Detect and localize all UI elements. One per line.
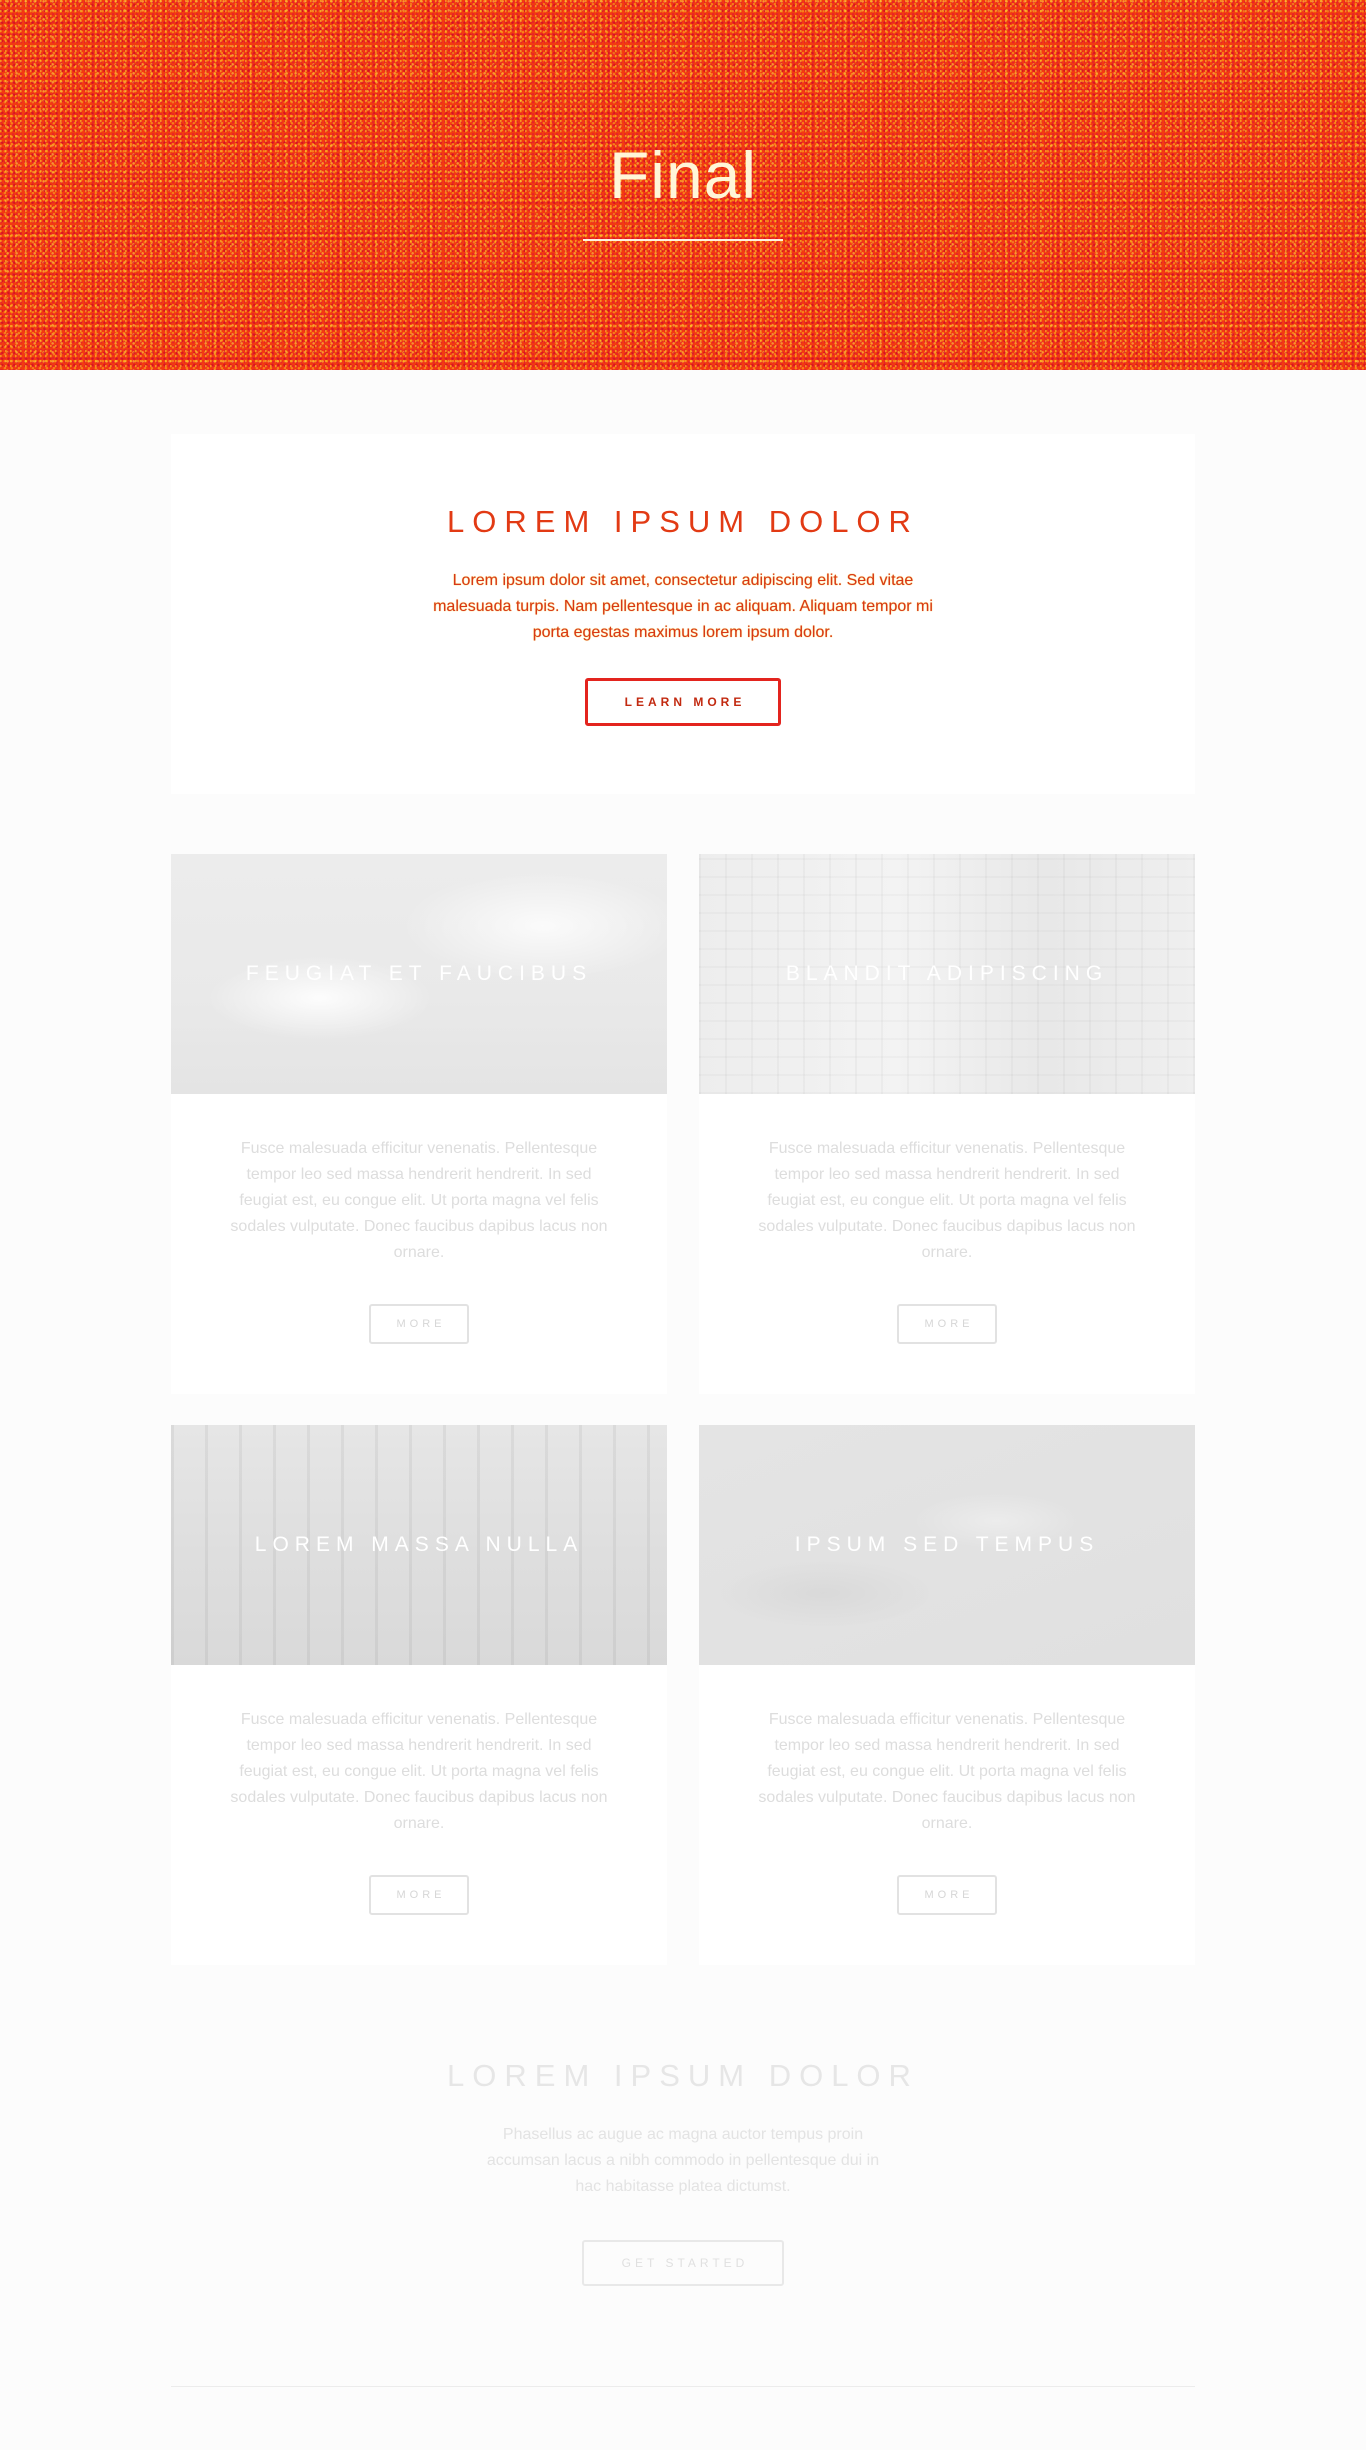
- card-title: IPSUM SED TEMPUS: [794, 1533, 1100, 1556]
- cta-text: Phasellus ac augue ac magna auctor tempu…: [486, 2126, 880, 2195]
- cta-heading: LOREM IPSUM DOLOR: [447, 2058, 919, 2093]
- intro-text: Lorem ipsum dolor sit amet, consectetur …: [433, 572, 933, 641]
- hero-banner: Final: [0, 0, 1366, 370]
- card-image: LOREM MASSA NULLA: [171, 1425, 667, 1665]
- card-image: BLANDIT ADIPISCING: [699, 854, 1195, 1094]
- card-title: LOREM MASSA NULLA: [254, 1533, 584, 1556]
- card-image: FEUGIAT ET FAUCIBUS: [171, 854, 667, 1094]
- more-button[interactable]: MORE: [369, 1304, 469, 1344]
- intro-section: LOREM IPSUM DOLOR Lorem ipsum dolor sit …: [171, 434, 1195, 794]
- more-button[interactable]: MORE: [897, 1875, 997, 1915]
- card-image: IPSUM SED TEMPUS: [699, 1425, 1195, 1665]
- card-title: FEUGIAT ET FAUCIBUS: [245, 962, 593, 985]
- feature-card: IPSUM SED TEMPUS Fusce malesuada efficit…: [699, 1425, 1195, 1965]
- intro-heading: LOREM IPSUM DOLOR: [447, 504, 919, 539]
- learn-more-button[interactable]: LEARN MORE: [585, 678, 781, 726]
- feature-card: LOREM MASSA NULLA Fusce malesuada effici…: [171, 1425, 667, 1965]
- feature-card: BLANDIT ADIPISCING Fusce malesuada effic…: [699, 854, 1195, 1394]
- get-started-button[interactable]: GET STARTED: [582, 2240, 784, 2286]
- more-button[interactable]: MORE: [897, 1304, 997, 1344]
- card-text: Fusce malesuada efficitur venenatis. Pel…: [230, 1140, 608, 1261]
- card-title: BLANDIT ADIPISCING: [785, 962, 1109, 985]
- page-title: Final: [608, 138, 758, 212]
- card-text: Fusce malesuada efficitur venenatis. Pel…: [230, 1711, 608, 1832]
- card-text: Fusce malesuada efficitur venenatis. Pel…: [758, 1140, 1136, 1261]
- card-text: Fusce malesuada efficitur venenatis. Pel…: [758, 1711, 1136, 1832]
- footer-divider: [171, 2386, 1195, 2387]
- title-underline: [583, 239, 783, 241]
- feature-card: FEUGIAT ET FAUCIBUS Fusce malesuada effi…: [171, 854, 667, 1394]
- more-button[interactable]: MORE: [369, 1875, 469, 1915]
